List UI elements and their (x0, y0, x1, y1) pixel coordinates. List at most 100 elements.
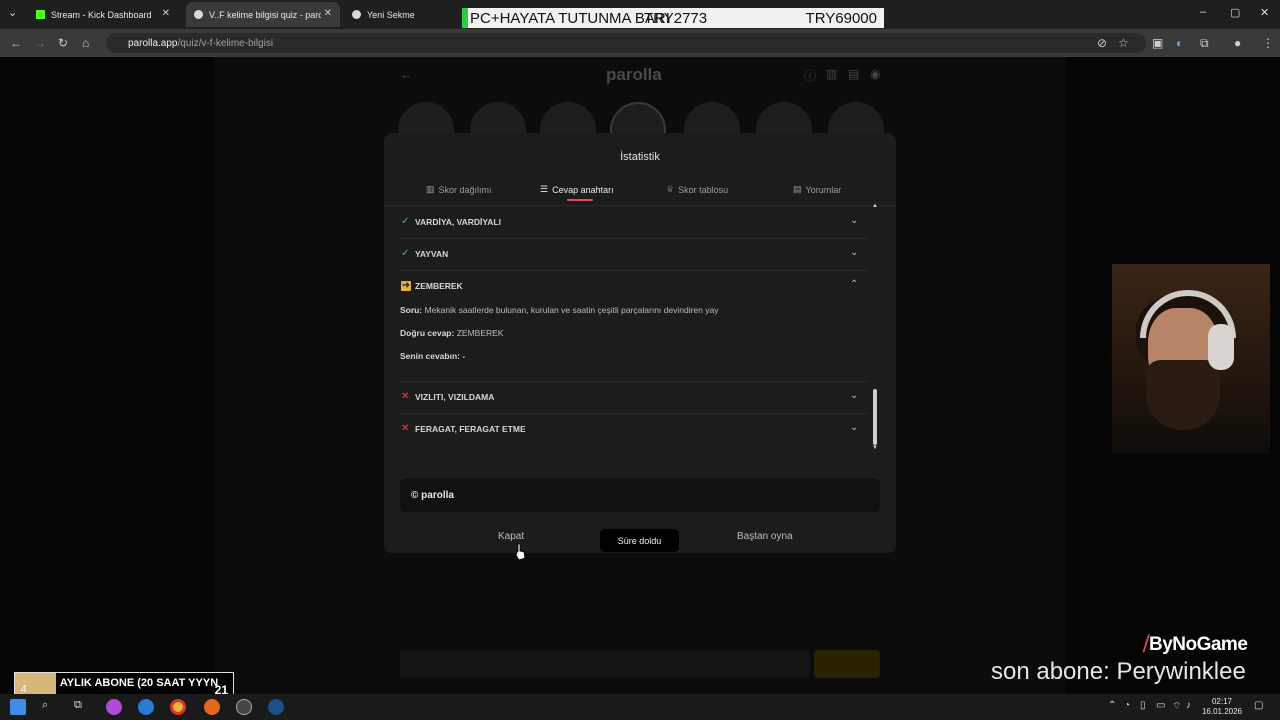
account-icon[interactable]: ◉ (870, 67, 880, 81)
answer-label: VIZLITI, VIZILDAMA (415, 392, 495, 402)
chevron-down-icon[interactable]: ⌄ (850, 390, 858, 401)
answer-label: YAYVAN (415, 249, 449, 259)
back-icon[interactable]: ← (10, 36, 22, 50)
question-key: Soru: (400, 305, 423, 315)
close-tab-icon[interactable]: ✕ (162, 8, 170, 19)
tab-parolla-quiz[interactable]: V..F kelime bilgisi quiz - parolla ✕ (186, 2, 340, 27)
maximize-icon[interactable]: ▢ (1230, 6, 1240, 19)
restart-button[interactable]: Baştan oyna (737, 531, 793, 542)
network-icon[interactable]: ⌔ (1172, 700, 1181, 713)
search-icon[interactable]: ⌕ (42, 699, 58, 715)
task-view-icon[interactable]: ⧉ (74, 699, 90, 715)
tab-scoreboard[interactable]: ♕ Skor tablosu (666, 184, 728, 195)
back-arrow-icon[interactable]: ← (400, 67, 413, 82)
list-icon: ☰ (540, 184, 549, 194)
url-field[interactable]: parolla.app /quiz/v-f-kelime-bilgisi (106, 33, 1146, 53)
chrome-icon[interactable] (170, 699, 186, 715)
tab-label: Yorumlar (805, 184, 842, 195)
answer-row[interactable]: ✓ VARDİYA, VARDİYALI ⌄ (400, 207, 868, 239)
firefox-icon[interactable] (204, 699, 220, 715)
brand-name: ByNoGame (1148, 634, 1248, 655)
tray-usb-icon[interactable]: ▯ (1140, 700, 1146, 711)
headset-icon (1208, 324, 1234, 370)
check-icon: ✓ (401, 248, 410, 259)
scroll-up-icon[interactable]: ▲ (872, 203, 878, 209)
answer-label: VARDİYA, VARDİYALI (415, 217, 501, 227)
bookmark-star-icon[interactable]: ☆ (1118, 36, 1129, 50)
webcam-beard (1146, 360, 1220, 430)
goal-title-right: TRY69000 (805, 9, 877, 27)
correct-answer-line: Doğru cevap: ZEMBEREK (400, 328, 503, 338)
start-icon[interactable] (10, 699, 26, 715)
chevron-down-icon[interactable]: ⌄ (850, 247, 858, 258)
clock-time: 02:17 (1211, 697, 1233, 706)
answer-row[interactable]: ✕ VIZLITI, VIZILDAMA ⌄ (400, 382, 868, 414)
steam-icon[interactable] (268, 699, 284, 715)
tab-comments[interactable]: ▤ Yorumlar (793, 184, 841, 195)
hand-cursor-icon (515, 543, 526, 561)
answer-submit-bg (814, 650, 880, 678)
tab-label: Skor dağılımı (438, 184, 492, 195)
user-answer-line: Senin cevabın: - (400, 351, 465, 361)
tray-app-icon[interactable]: ◔ (1124, 700, 1130, 711)
answer-row-expanded[interactable]: ➜ ZEMBEREK ⌃ (400, 271, 868, 303)
webcam-feed (1112, 264, 1270, 454)
cast-icon[interactable]: ▣ (1152, 36, 1163, 50)
active-tab-indicator (567, 199, 593, 201)
minimize-icon[interactable]: – (1200, 6, 1206, 18)
edge-icon[interactable] (138, 699, 154, 715)
tab-score-distribution[interactable]: ▥ Skor dağılımı (426, 184, 492, 195)
obs-icon[interactable] (236, 699, 252, 715)
translate-icon[interactable]: ◐ (1176, 36, 1183, 50)
close-tab-icon[interactable]: ✕ (324, 8, 332, 19)
correct-answer-text: ZEMBEREK (456, 328, 504, 338)
app-icon[interactable] (106, 699, 122, 715)
chevron-up-icon[interactable]: ⌃ (850, 279, 858, 290)
profile-icon[interactable]: ● (1234, 36, 1241, 50)
comment-icon[interactable]: ▤ (848, 67, 859, 81)
user-answer-text: - (462, 351, 466, 361)
goal-title-left: PC+HAYATA TUTUNMA BARI (470, 9, 670, 27)
parolla-favicon-icon (194, 10, 203, 19)
taskbar-clock[interactable]: 02:17 16.01.2026 (1200, 697, 1244, 717)
goal-text: AYLIK ABONE (20 SAAT YYYN (59, 677, 219, 689)
correct-answer-key: Doğru cevap: (400, 328, 455, 338)
close-button[interactable]: Kapat (498, 531, 524, 542)
check-icon: ✓ (401, 216, 410, 227)
close-window-icon[interactable]: ✕ (1260, 6, 1269, 19)
chevron-down-icon[interactable]: ⌄ (850, 215, 858, 226)
reload-icon[interactable]: ↻ (58, 36, 68, 50)
user-answer-key: Senin cevabın: (400, 351, 460, 361)
menu-icon[interactable]: ⋮ (1262, 36, 1274, 50)
time-up-badge: Süre doldu (600, 529, 679, 552)
parolla-logo: parolla (606, 65, 662, 84)
volume-icon[interactable]: ♪ (1186, 700, 1191, 711)
question-line: Soru: Mekanik saatlerde bulunan, kurulan… (400, 305, 718, 315)
answer-row[interactable]: ✕ FERAGAT, FERAGAT ETME ⌄ (400, 414, 868, 446)
answer-row[interactable]: ✓ YAYVAN ⌄ (400, 239, 868, 271)
info-icon[interactable]: ⓘ (804, 67, 816, 84)
tab-answer-key[interactable]: ☰ Cevap anahtarı (540, 184, 614, 195)
notification-icon[interactable]: ▢ (1254, 700, 1263, 711)
clock-date: 16.01.2026 (1201, 707, 1243, 716)
goal-indicator (462, 8, 468, 28)
home-icon[interactable]: ⌂ (82, 36, 89, 50)
cross-icon: ✕ (401, 423, 410, 434)
chart-icon: ▥ (426, 184, 435, 194)
tab-search-icon[interactable]: ⌄ (8, 6, 17, 19)
answer-label: ZEMBEREK (415, 281, 463, 291)
battery-icon[interactable]: ▭ (1156, 700, 1165, 711)
scrollbar-thumb[interactable] (873, 389, 877, 445)
mute-icon[interactable]: ⊘ (1097, 36, 1107, 50)
extensions-icon[interactable]: ⧉ (1200, 36, 1209, 51)
forward-icon[interactable]: → (34, 36, 46, 50)
kick-icon (36, 10, 45, 19)
tab-kick-dashboard[interactable]: Stream - Kick Dashboard ✕ (28, 2, 178, 27)
chevron-down-icon[interactable]: ⌄ (850, 422, 858, 433)
tray-chevron-icon[interactable]: ⌃ (1108, 700, 1116, 711)
tab-new-tab[interactable]: Yeni Sekme (344, 2, 454, 27)
trophy-icon: ♕ (666, 184, 675, 194)
scroll-down-icon[interactable]: ▼ (872, 445, 878, 451)
stats-icon[interactable]: ▥ (826, 67, 837, 81)
last-subscriber: son abone: Perywinklee (991, 658, 1246, 685)
